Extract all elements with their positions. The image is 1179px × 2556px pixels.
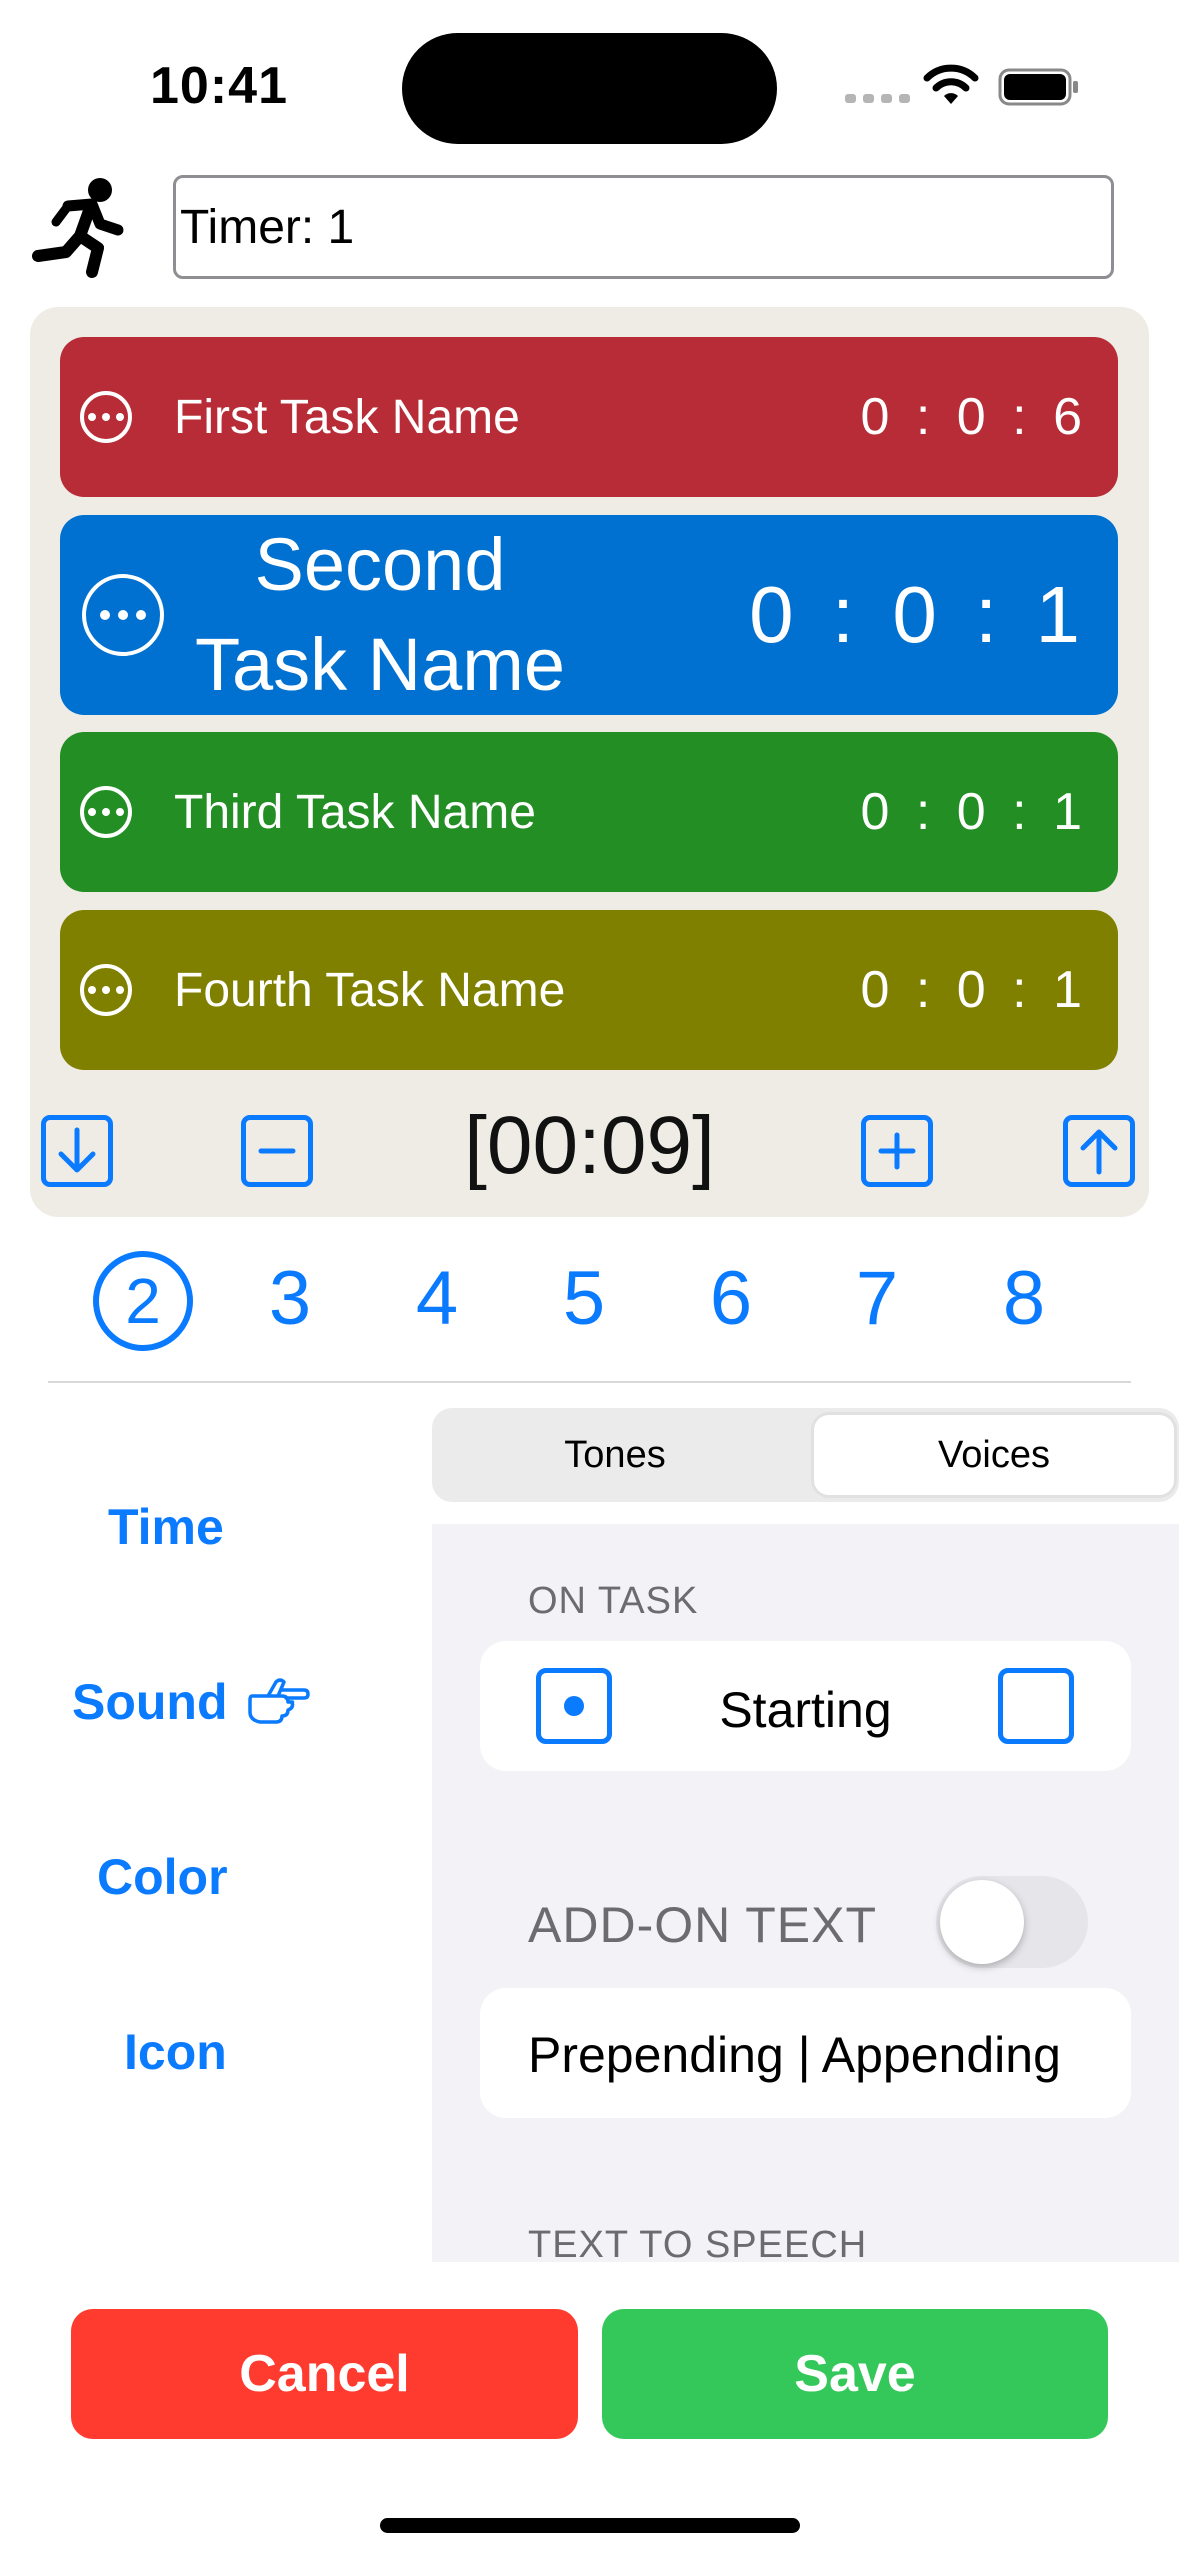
menu-color[interactable]: Color bbox=[97, 1848, 228, 1906]
cancel-button[interactable]: Cancel bbox=[71, 2309, 578, 2439]
plus-icon bbox=[878, 1132, 916, 1170]
status-time: 10:41 bbox=[150, 57, 288, 115]
task-duration: 0 : 0 : 6 bbox=[860, 388, 1088, 446]
starting-checkbox-right[interactable] bbox=[998, 1668, 1074, 1744]
task-duration: 0 : 0 : 1 bbox=[860, 961, 1088, 1019]
runner-icon[interactable] bbox=[28, 172, 136, 280]
voice-settings-pane: ON TASK Starting ADD-ON TEXT Prepending … bbox=[432, 1524, 1179, 2262]
divider bbox=[48, 1381, 1131, 1383]
task-number[interactable]: 7 bbox=[837, 1255, 917, 1342]
task-row-third[interactable]: Third Task Name 0 : 0 : 1 bbox=[60, 732, 1118, 892]
arrow-up-icon bbox=[1080, 1129, 1118, 1175]
section-header-on-task: ON TASK bbox=[528, 1580, 699, 1622]
more-options-icon[interactable] bbox=[82, 574, 164, 656]
task-name-line-1: Second bbox=[254, 523, 506, 606]
menu-time[interactable]: Time bbox=[108, 1498, 224, 1556]
task-number[interactable]: 6 bbox=[691, 1255, 771, 1342]
menu-sound[interactable]: Sound bbox=[72, 1673, 228, 1731]
add-on-text-value: Prepending | Appending bbox=[528, 2027, 1061, 2083]
task-number[interactable]: 5 bbox=[544, 1255, 624, 1342]
add-on-text-card[interactable]: Prepending | Appending bbox=[480, 1988, 1131, 2118]
cellular-signal-icon bbox=[845, 94, 910, 103]
add-task-button[interactable] bbox=[861, 1115, 933, 1187]
tab-tones[interactable]: Tones bbox=[432, 1408, 798, 1502]
task-row-fourth[interactable]: Fourth Task Name 0 : 0 : 1 bbox=[60, 910, 1118, 1070]
task-number[interactable]: 3 bbox=[250, 1255, 330, 1342]
tab-voices[interactable]: Voices bbox=[811, 1412, 1177, 1498]
task-duration: 0 : 0 : 1 bbox=[749, 570, 1088, 659]
task-name: First Task Name bbox=[174, 390, 520, 444]
section-header-add-on-text: ADD-ON TEXT bbox=[528, 1897, 877, 1953]
timer-name-input[interactable]: Timer: 1 bbox=[173, 175, 1114, 279]
task-name: Second Task Name bbox=[190, 515, 570, 715]
on-task-card: Starting bbox=[480, 1641, 1131, 1771]
task-list-panel: First Task Name 0 : 0 : 6 Second Task Na… bbox=[30, 307, 1149, 1217]
task-name: Third Task Name bbox=[174, 785, 536, 839]
menu-icon[interactable]: Icon bbox=[124, 2023, 227, 2081]
more-options-icon[interactable] bbox=[80, 391, 132, 443]
task-row-first[interactable]: First Task Name 0 : 0 : 6 bbox=[60, 337, 1118, 497]
task-duration: 0 : 0 : 1 bbox=[860, 783, 1088, 841]
sound-type-segmented-control: Tones Voices bbox=[432, 1408, 1179, 1502]
battery-icon bbox=[998, 68, 1078, 106]
move-up-button[interactable] bbox=[1063, 1115, 1135, 1187]
more-options-icon[interactable] bbox=[80, 964, 132, 1016]
dynamic-island bbox=[402, 33, 777, 144]
task-number[interactable]: 4 bbox=[397, 1255, 477, 1342]
wifi-icon bbox=[923, 64, 979, 104]
task-row-second[interactable]: Second Task Name 0 : 0 : 1 bbox=[60, 515, 1118, 715]
home-indicator bbox=[380, 2518, 800, 2533]
task-name: Fourth Task Name bbox=[174, 963, 566, 1017]
more-options-icon[interactable] bbox=[80, 786, 132, 838]
task-number-selected[interactable]: 2 bbox=[93, 1251, 193, 1351]
task-name-line-2: Task Name bbox=[194, 623, 566, 706]
save-button[interactable]: Save bbox=[602, 2309, 1108, 2439]
section-header-text-to-speech: TEXT TO SPEECH bbox=[528, 2224, 868, 2262]
pointing-hand-icon bbox=[248, 1678, 310, 1724]
add-on-text-toggle[interactable] bbox=[936, 1876, 1088, 1968]
total-duration: [00:09] bbox=[464, 1100, 715, 1191]
task-number[interactable]: 8 bbox=[984, 1255, 1064, 1342]
